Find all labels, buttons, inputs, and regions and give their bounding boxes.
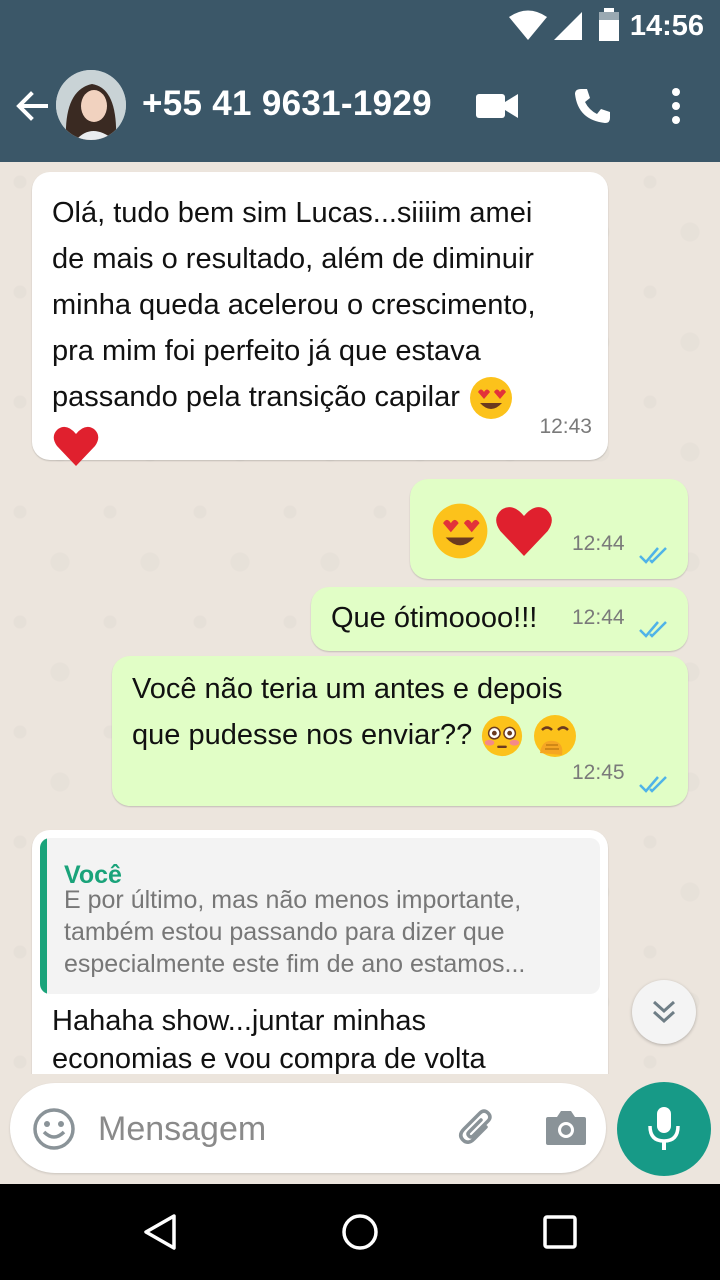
message-time: 12:44 [572,606,625,629]
double-check-icon [639,776,667,793]
scroll-down-button[interactable] [632,980,696,1044]
message-line: minha queda acelerou o crescimento, [52,289,536,321]
message-text: Você não teria um antes e depois que pud… [132,666,672,759]
chevron-double-down-icon [652,1000,676,1024]
quote-line: também estou passando para dizer que [64,918,505,946]
wifi-icon [509,10,547,40]
message-line: passando pela transição capilar [52,374,597,421]
videocam-icon[interactable] [474,88,520,124]
home-circle-icon[interactable] [340,1212,380,1252]
status-bar: 14:56 [0,0,720,52]
quote-text: E por último, mas não menos importante, … [64,884,594,980]
double-check-icon [639,621,667,638]
outgoing-message[interactable]: Que ótimoooo!!! 12:44 [311,587,688,651]
emoji-icon[interactable] [32,1107,76,1151]
battery-icon [599,8,619,41]
heart-eyes-emoji-icon [469,377,512,420]
message-line: Olá, tudo bem sim Lucas...siiiim amei [52,197,533,229]
back-triangle-icon[interactable] [140,1212,180,1252]
camera-icon[interactable] [544,1107,588,1147]
paperclip-icon[interactable] [454,1105,500,1151]
message-line: pra mim foi perfeito já que estava [52,335,481,367]
message-line [52,421,597,475]
chat-header: +55 41 9631-1929 [0,52,720,162]
incoming-message[interactable]: Olá, tudo bem sim Lucas...siiiim amei de… [32,172,608,466]
chat-area[interactable]: Olá, tudo bem sim Lucas...siiiim amei de… [0,162,720,1074]
quoted-message[interactable]: Você E por último, mas não menos importa… [40,838,600,994]
message-line: economias e vou compra de volta [52,1043,486,1074]
more-vert-icon[interactable] [664,86,688,126]
heart-eyes-emoji-icon [432,503,488,559]
double-check-icon [639,547,667,564]
message-line: de mais o resultado, além de diminuir [52,243,534,275]
avatar[interactable] [56,70,126,140]
recents-square-icon[interactable] [542,1214,578,1250]
phone-icon[interactable] [572,86,612,126]
message-input[interactable] [96,1103,430,1155]
status-time: 14:56 [629,10,704,42]
message-line-text: passando pela transição capilar [52,381,460,413]
message-time: 12:45 [572,761,625,784]
message-line: Hahaha show...juntar minhas [52,1005,426,1037]
outgoing-message[interactable]: 12:44 [410,479,688,579]
contact-name[interactable]: +55 41 9631-1929 [142,84,432,124]
incoming-message[interactable]: Você E por último, mas não menos importa… [32,830,608,1074]
mic-icon [648,1107,680,1150]
quote-line: E por último, mas não menos importante, [64,886,522,914]
quote-bar [40,838,47,994]
navigation-bar [0,1184,720,1280]
red-heart-emoji-icon [53,426,99,466]
message-text: Hahaha show...juntar minhas economias e … [52,1002,592,1074]
flushed-emoji-icon [482,716,523,757]
message-text: Que ótimoooo!!! [331,602,538,634]
arrow-left-icon[interactable] [12,86,52,126]
quote-line: especialmente este fim de ano estamos... [64,950,526,978]
message-text: Olá, tudo bem sim Lucas...siiiim amei de… [52,190,597,475]
red-heart-emoji-icon [496,507,552,556]
signal-icon [554,12,582,40]
message-composer [10,1083,606,1173]
mic-button[interactable] [617,1082,711,1176]
message-time: 12:43 [539,415,592,438]
message-line: Você não teria um antes e depois [132,673,563,705]
message-time: 12:44 [572,532,625,555]
outgoing-message[interactable]: Você não teria um antes e depois que pud… [112,656,688,806]
message-line-text: que pudesse nos enviar?? [132,719,473,751]
